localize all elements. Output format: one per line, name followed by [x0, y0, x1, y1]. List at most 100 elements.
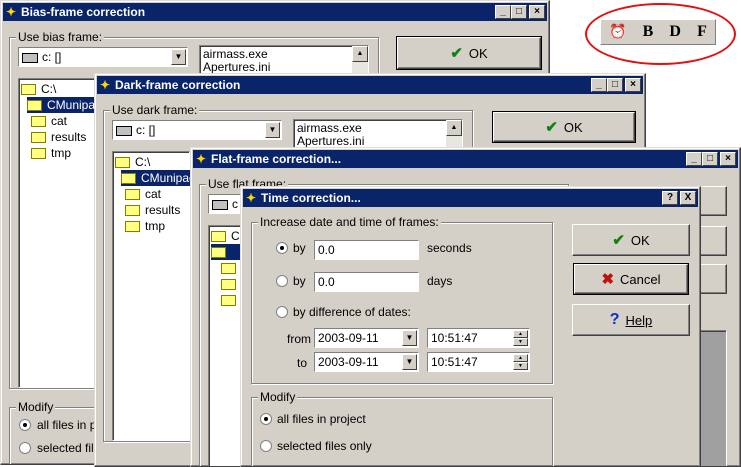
alarm-clock-icon[interactable]: ⏰ — [609, 24, 626, 41]
from-time-input[interactable]: 10:51:47 ▲ ▼ — [427, 328, 530, 348]
tree-item[interactable] — [221, 260, 241, 276]
drive-icon — [22, 52, 38, 63]
folder-tree[interactable]: C:\ CMunipac cat results tmp — [112, 151, 196, 441]
list-item[interactable]: airmass.exe — [203, 47, 268, 61]
difference-label: by difference of dates: — [293, 305, 411, 319]
app-star-icon: ✦ — [6, 5, 17, 19]
flat-toolbar-button[interactable]: F — [697, 23, 707, 41]
chevron-down-icon[interactable]: ▼ — [265, 122, 280, 138]
ok-button[interactable]: ✔ OK — [572, 224, 690, 256]
selected-files-radio[interactable] — [19, 442, 31, 454]
help-title-button[interactable]: ? — [662, 191, 678, 205]
checkmark-icon: ✔ — [545, 119, 558, 136]
from-label: from — [287, 332, 311, 346]
flat-title-bar[interactable]: ✦ Flat-frame correction... _ □ × — [193, 150, 738, 168]
bias-toolbar-button[interactable]: B — [643, 23, 654, 41]
group-label: Use dark frame: — [110, 103, 200, 117]
by-seconds-radio[interactable] — [276, 242, 288, 254]
tree-item[interactable] — [221, 276, 241, 292]
scrollbar[interactable]: ▲ — [352, 46, 368, 76]
chevron-down-icon[interactable]: ▼ — [402, 330, 417, 346]
drive-icon — [116, 125, 132, 136]
modify-group: Modify — [251, 390, 553, 466]
tree-item[interactable]: C:\ — [21, 81, 56, 97]
tree-item[interactable]: results — [31, 129, 86, 145]
dark-toolbar-button[interactable]: D — [669, 23, 681, 41]
folder-icon — [125, 189, 140, 201]
cancel-x-icon: ✖ — [601, 271, 615, 288]
all-files-radio[interactable] — [19, 419, 31, 431]
close-button[interactable]: X — [680, 191, 696, 205]
drive-select[interactable]: c: [] ▼ — [18, 47, 188, 67]
by-days-radio[interactable] — [276, 275, 288, 287]
to-time-value: 10:51:47 — [431, 355, 478, 369]
folder-icon — [31, 148, 46, 160]
tree-item[interactable]: tmp — [31, 145, 71, 161]
folder-open-icon — [211, 247, 226, 259]
minimize-button[interactable]: _ — [495, 5, 511, 19]
to-time-spinner[interactable]: ▲ ▼ — [513, 354, 528, 370]
days-input[interactable]: 0.0 — [314, 272, 419, 292]
by-label: by — [293, 241, 306, 255]
minimize-button[interactable]: _ — [591, 78, 607, 92]
days-unit: days — [427, 274, 453, 288]
close-button[interactable]: × — [720, 152, 736, 166]
folder-open-icon — [115, 157, 130, 169]
help-button[interactable]: ? Help — [572, 304, 690, 336]
folder-icon — [31, 132, 46, 144]
drive-value: c: [] — [42, 50, 62, 64]
to-time-input[interactable]: 10:51:47 ▲ ▼ — [427, 352, 530, 372]
maximize-button[interactable]: □ — [511, 5, 527, 19]
scrollbar[interactable]: ▲ — [446, 120, 462, 150]
chevron-down-icon[interactable]: ▼ — [402, 354, 417, 370]
drive-select[interactable]: c: [] ▼ — [112, 120, 282, 140]
seconds-input[interactable]: 0.0 — [314, 240, 419, 260]
close-button[interactable]: × — [529, 5, 545, 19]
tree-item[interactable]: C:\ — [115, 154, 150, 170]
tree-item[interactable]: results — [125, 202, 180, 218]
question-icon: ? — [609, 311, 620, 328]
tree-item[interactable]: cat — [31, 113, 67, 129]
tree-item[interactable]: cat — [125, 186, 161, 202]
drive-value: c: [] — [136, 123, 156, 137]
from-date-value: 2003-09-11 — [318, 331, 379, 345]
to-date-select[interactable]: 2003-09-11 ▼ — [314, 352, 419, 372]
chevron-down-icon[interactable]: ▼ — [171, 49, 186, 65]
time-correction-dialog: ✦ Time correction... ? X Increase date an… — [240, 186, 701, 467]
from-time-spinner[interactable]: ▲ ▼ — [513, 330, 528, 346]
folder-tree[interactable]: C:\ CMunipac cat results tmp — [18, 78, 102, 388]
all-files-radio[interactable] — [260, 413, 272, 425]
folder-open-icon — [21, 84, 36, 96]
bias-title-bar[interactable]: ✦ Bias-frame correction _ □ × — [3, 3, 547, 21]
ok-button[interactable]: ✔ OK — [492, 111, 636, 143]
cancel-button[interactable]: ✖ Cancel — [573, 263, 689, 295]
window-title: Time correction... — [261, 191, 361, 205]
selected-files-radio[interactable] — [260, 440, 272, 452]
time-title-bar[interactable]: ✦ Time correction... ? X — [243, 189, 698, 207]
list-item[interactable]: Apertures.ini — [297, 134, 364, 148]
maximize-button[interactable]: □ — [702, 152, 718, 166]
tree-item[interactable]: C — [211, 228, 240, 244]
maximize-button[interactable]: □ — [607, 78, 623, 92]
checkmark-icon: ✔ — [612, 232, 625, 249]
drive-icon — [212, 199, 228, 210]
from-date-select[interactable]: 2003-09-11 ▼ — [314, 328, 419, 348]
list-item[interactable]: Apertures.ini — [203, 60, 270, 74]
folder-icon — [31, 116, 46, 128]
tree-item[interactable] — [221, 292, 241, 308]
list-item[interactable]: airmass.exe — [297, 121, 362, 135]
by-difference-radio[interactable] — [276, 306, 288, 318]
app-star-icon: ✦ — [196, 152, 207, 166]
tree-item[interactable]: CMunipac — [121, 170, 196, 186]
folder-icon — [125, 221, 140, 233]
all-files-label: all files in project — [277, 412, 366, 426]
selected-files-label: selected files only — [277, 439, 372, 453]
minimize-button[interactable]: _ — [686, 152, 702, 166]
folder-icon — [221, 263, 236, 275]
close-button[interactable]: × — [625, 78, 641, 92]
tree-item[interactable]: CMunipac — [27, 97, 102, 113]
dark-title-bar[interactable]: ✦ Dark-frame correction _ □ × — [97, 76, 643, 94]
ok-button[interactable]: ✔ OK — [396, 36, 542, 70]
tree-item[interactable]: tmp — [125, 218, 165, 234]
group-label: Modify — [16, 400, 56, 414]
